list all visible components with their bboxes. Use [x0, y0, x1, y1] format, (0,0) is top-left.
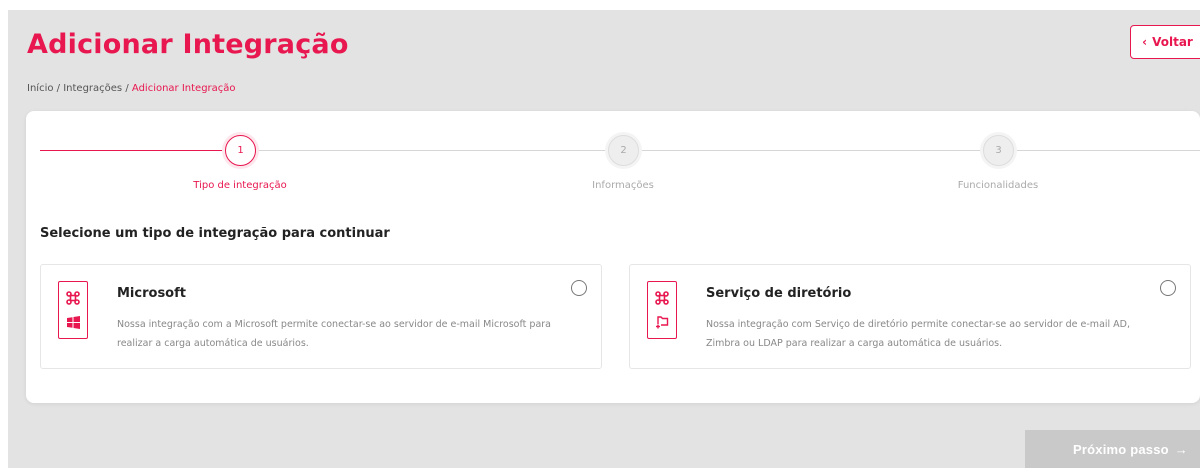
step-3-number: 3 [995, 145, 1002, 156]
section-title: Selecione um tipo de integração para con… [40, 226, 390, 241]
back-button[interactable]: ‹ Voltar [1130, 25, 1200, 59]
directory-icon-box [647, 281, 677, 339]
option-title-directory-service: Serviço de diretório [706, 286, 852, 301]
arrow-right-icon: → [1174, 441, 1188, 457]
integration-icon [655, 291, 669, 305]
breadcrumb-item-home[interactable]: Início [27, 83, 53, 94]
breadcrumb-separator: / [56, 83, 61, 94]
back-button-label: Voltar [1152, 35, 1193, 49]
stepper-progress-line [40, 150, 224, 151]
breadcrumb-item-integrations[interactable]: Integrações [63, 83, 122, 94]
step-1-label: Tipo de integração [193, 180, 287, 191]
microsoft-icon-box [58, 281, 88, 339]
option-card-microsoft[interactable]: Microsoft Nossa integração com a Microso… [40, 264, 602, 369]
radio-microsoft[interactable] [571, 280, 587, 296]
option-title-microsoft: Microsoft [117, 286, 186, 301]
option-description-directory-service: Nossa integração com Serviço de diretóri… [706, 319, 1131, 349]
option-description-microsoft: Nossa integração com a Microsoft permite… [117, 319, 551, 349]
next-step-button[interactable]: Próximo passo → [1025, 430, 1200, 468]
breadcrumb: Início / Integrações / Adicionar Integra… [27, 83, 236, 94]
page-title: Adicionar Integração [27, 29, 349, 60]
windows-icon [66, 315, 80, 329]
option-card-directory-service[interactable]: Serviço de diretório Nossa integração co… [629, 264, 1191, 369]
folder-add-icon [656, 316, 669, 329]
step-2-number: 2 [620, 145, 627, 156]
breadcrumb-current: Adicionar Integração [131, 83, 236, 94]
step-3-indicator: 3 [983, 135, 1014, 166]
radio-directory-service[interactable] [1160, 280, 1176, 296]
stepper-remaining-line [256, 150, 1200, 151]
page-background: Adicionar Integração ‹ Voltar Início / I… [8, 10, 1200, 468]
step-1-indicator: 1 [225, 135, 256, 166]
step-1-number: 1 [237, 145, 244, 156]
step-2-indicator: 2 [608, 135, 639, 166]
chevron-left-icon: ‹ [1142, 35, 1148, 49]
step-2-label: Informações [592, 180, 654, 191]
breadcrumb-separator: / [125, 83, 129, 94]
next-step-label: Próximo passo [1073, 441, 1169, 457]
integration-wizard-card: 1 2 3 Tipo de integração Informações Fun… [26, 111, 1200, 403]
integration-icon [66, 291, 80, 306]
step-3-label: Funcionalidades [957, 180, 1039, 191]
